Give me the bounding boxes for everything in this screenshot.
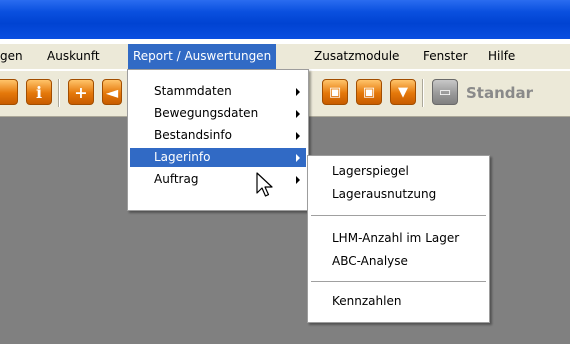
menu-item-auskunft[interactable]: Auskunft — [42, 44, 105, 69]
lagerinfo-submenu: Lagerspiegel Lagerausnutzung LHM-Anzahl … — [307, 155, 490, 323]
menu-item-label: Bewegungsdaten — [154, 106, 259, 120]
menu-item-hilfe[interactable]: Hilfe — [483, 44, 520, 69]
submenu-arrow-icon — [296, 132, 300, 140]
menu-item-stammdaten[interactable]: Stammdaten — [130, 82, 306, 101]
menu-item-label: Auftrag — [154, 172, 199, 186]
standard-icon[interactable]: ▭ — [432, 79, 458, 105]
diamond-icon[interactable]: ▼ — [390, 79, 416, 105]
menu-item-bestandsinfo[interactable]: Bestandsinfo — [130, 126, 306, 145]
toolbar-separator — [58, 79, 60, 107]
mouse-pointer-icon — [256, 172, 273, 197]
paste-icon[interactable]: ▣ — [356, 79, 382, 105]
menu-bar: gen Auskunft Report / Auswertungen Zusat… — [0, 44, 570, 69]
menu-item-zusatzmodule[interactable]: Zusatzmodule — [309, 44, 404, 69]
partial-toolbar-button[interactable] — [0, 79, 18, 105]
submenu-arrow-icon — [296, 176, 300, 184]
submenu-arrow-icon — [296, 154, 300, 162]
menu-separator — [311, 281, 486, 283]
menu-item-lagerspiegel[interactable]: Lagerspiegel — [310, 162, 487, 181]
submenu-arrow-icon — [296, 88, 300, 96]
menu-item-label: Lagerinfo — [154, 150, 211, 164]
info-icon[interactable]: i — [26, 79, 52, 105]
menu-item-bewegungsdaten[interactable]: Bewegungsdaten — [130, 104, 306, 123]
menu-item-label: Bestandsinfo — [154, 128, 232, 142]
menu-item-gen[interactable]: gen — [0, 44, 28, 69]
menu-item-kennzahlen[interactable]: Kennzahlen — [310, 292, 487, 311]
toolbar-separator — [422, 79, 424, 107]
menu-item-fenster[interactable]: Fenster — [418, 44, 473, 69]
menu-item-abc-analyse[interactable]: ABC-Analyse — [310, 252, 487, 271]
menu-item-auftrag[interactable]: Auftrag — [130, 170, 306, 189]
submenu-arrow-icon — [296, 110, 300, 118]
arrow-icon[interactable]: ◄ — [102, 79, 122, 105]
add-icon[interactable]: + — [68, 79, 94, 105]
menu-item-lagerinfo[interactable]: Lagerinfo — [130, 148, 306, 167]
copy-icon[interactable]: ▣ — [322, 79, 348, 105]
menu-item-label: Stammdaten — [154, 84, 232, 98]
standard-label[interactable]: Standar — [466, 84, 533, 102]
menu-item-lhm-anzahl[interactable]: LHM-Anzahl im Lager — [310, 229, 487, 248]
menu-item-lagerausnutzung[interactable]: Lagerausnutzung — [310, 185, 487, 204]
menu-item-report-auswertungen[interactable]: Report / Auswertungen — [128, 44, 277, 69]
report-menu: Stammdaten Bewegungsdaten Bestandsinfo L… — [127, 69, 309, 211]
title-bar — [0, 0, 570, 39]
menu-separator — [311, 215, 486, 217]
